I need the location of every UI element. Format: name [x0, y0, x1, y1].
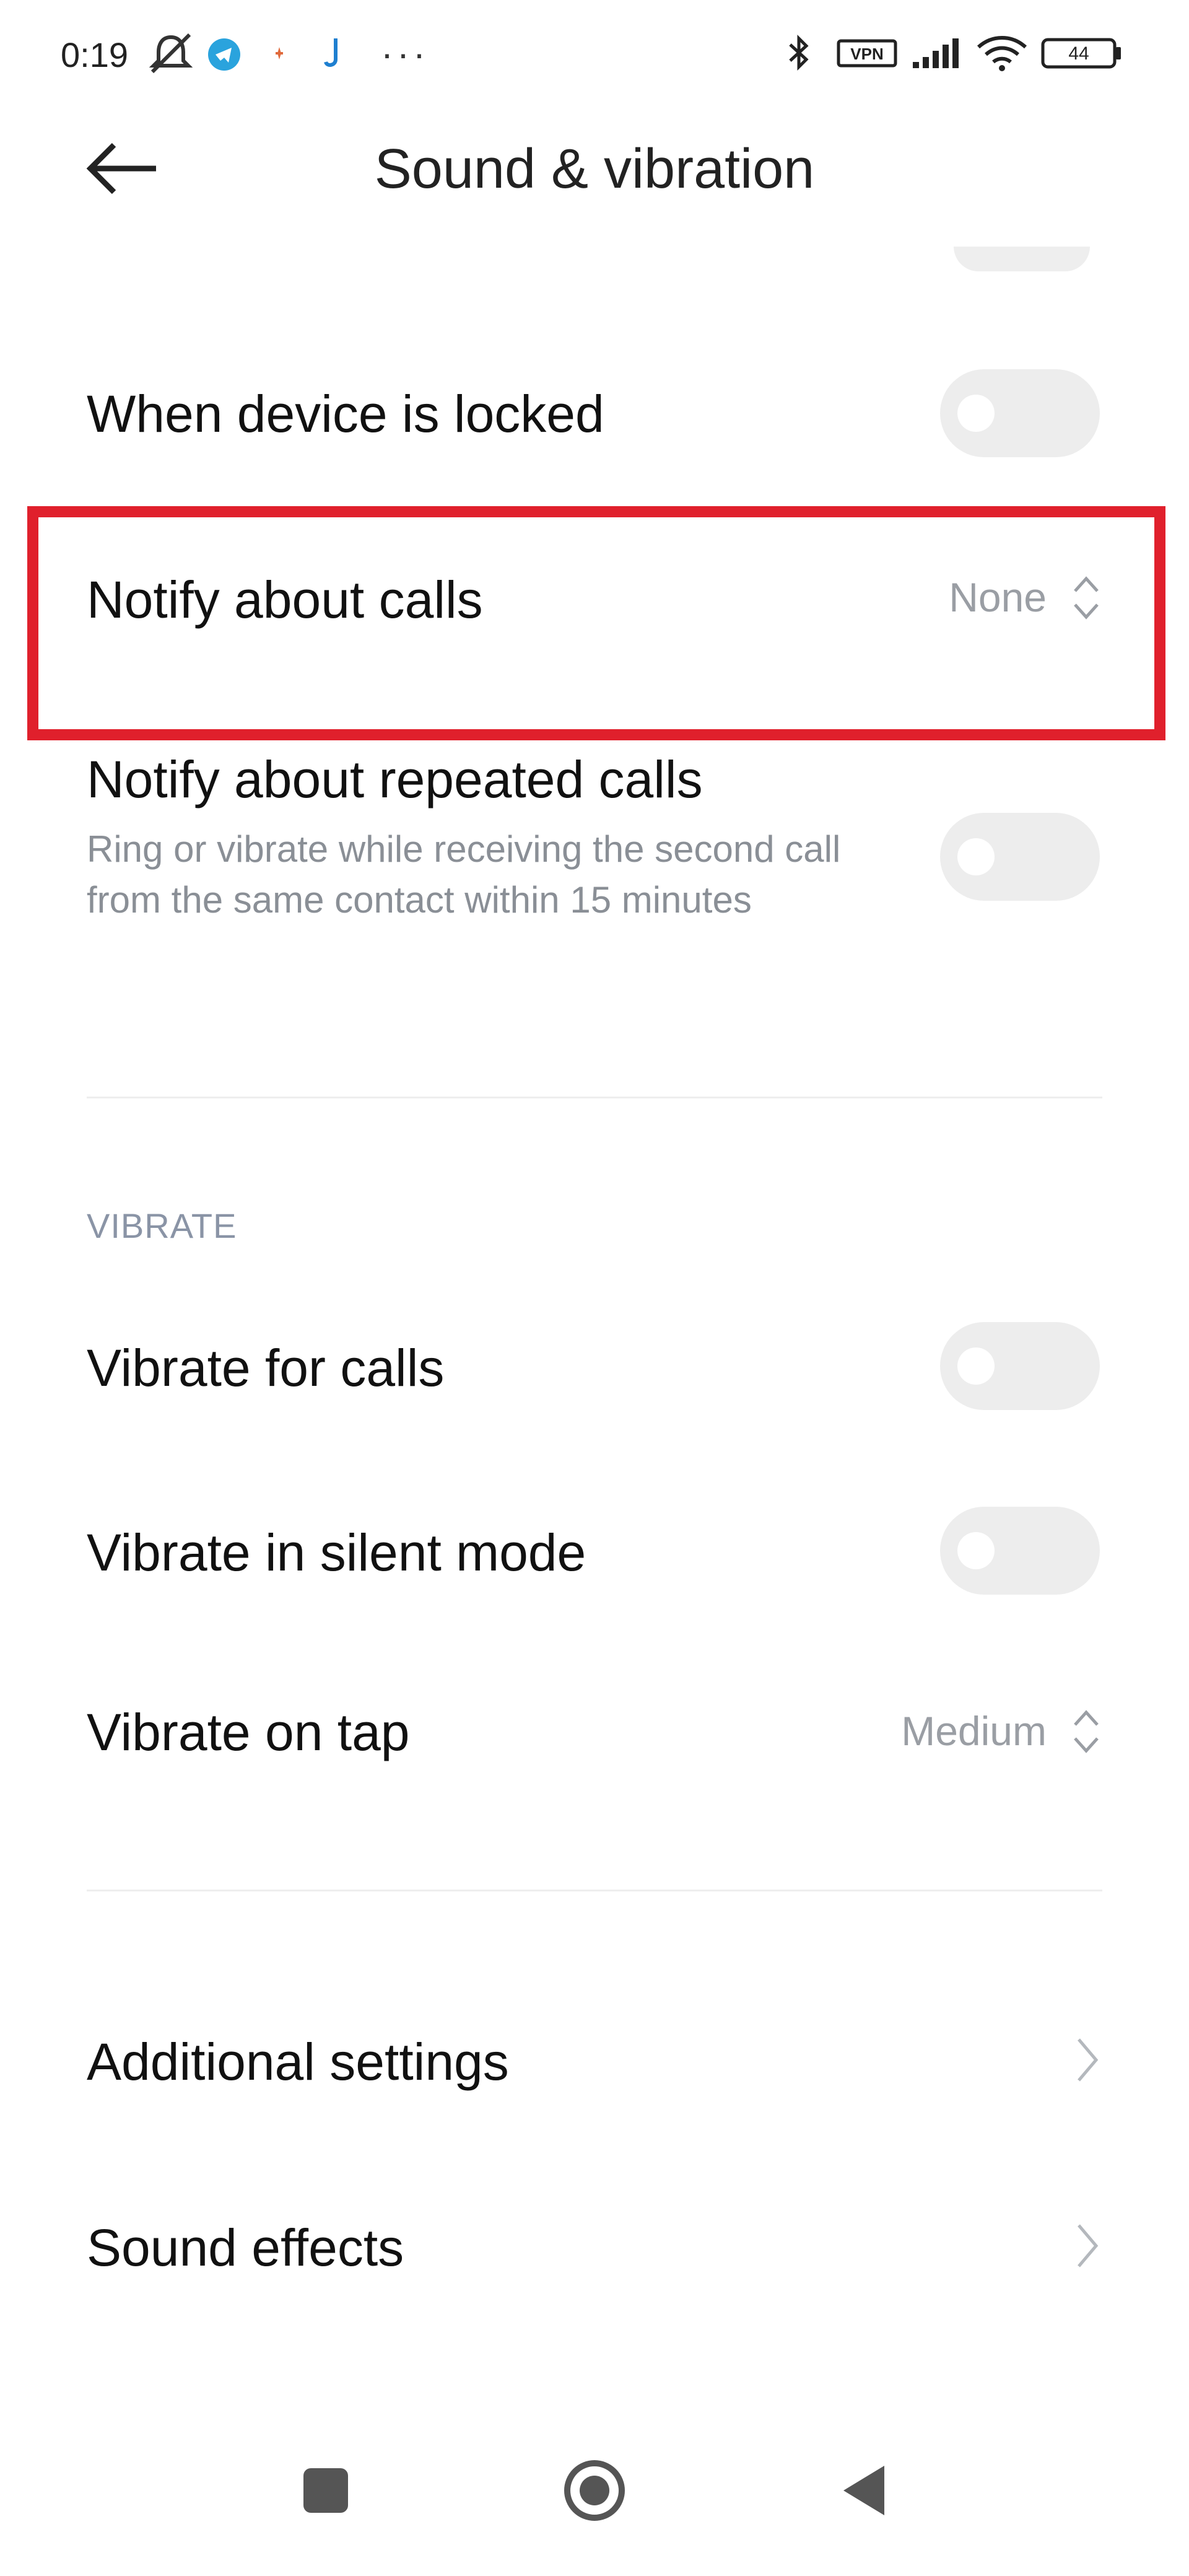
updown-icon	[1074, 1710, 1099, 1753]
music-note-icon	[324, 38, 338, 67]
mute-bell-icon	[149, 33, 193, 74]
svg-text:VPN: VPN	[850, 45, 883, 63]
notify-repeated-toggle[interactable]	[940, 813, 1100, 901]
nav-back-icon[interactable]	[830, 2453, 898, 2528]
when-locked-label: When device is locked	[87, 385, 604, 443]
status-bar: 0:19 ··· VPN 44	[0, 0, 1189, 105]
notify-repeated-label: Notify about repeated calls	[87, 750, 703, 808]
section-label-vibrate: VIBRATE	[87, 1206, 237, 1245]
notify-repeated-description: Ring or vibrate while receiving the seco…	[87, 828, 841, 921]
notification-dot-icon	[276, 47, 283, 59]
wifi-icon	[977, 36, 1027, 71]
sound-effects-label[interactable]: Sound effects	[87, 2218, 404, 2278]
telegram-icon	[208, 38, 240, 71]
nav-recents-icon[interactable]	[292, 2453, 360, 2528]
additional-settings-label[interactable]: Additional settings	[87, 2032, 509, 2092]
status-time: 0:19	[61, 35, 128, 74]
previous-row-toggle-partial	[954, 247, 1090, 271]
notify-calls-value[interactable]: None	[855, 574, 1047, 621]
divider	[87, 1097, 1102, 1098]
nav-home-icon[interactable]	[557, 2453, 632, 2528]
vibrate-silent-toggle[interactable]	[940, 1507, 1100, 1595]
chevron-right-icon	[1078, 2224, 1099, 2267]
more-dots-icon: ···	[381, 33, 429, 74]
divider	[87, 1890, 1102, 1891]
vibrate-tap-value[interactable]: Medium	[805, 1707, 1047, 1755]
signal-icon	[913, 38, 959, 68]
page-title: Sound & vibration	[374, 138, 815, 200]
updown-icon	[1074, 576, 1099, 620]
svg-text:44: 44	[1068, 43, 1089, 64]
notify-calls-label[interactable]: Notify about calls	[87, 570, 483, 630]
battery-icon: 44	[1041, 38, 1121, 69]
when-locked-toggle[interactable]	[940, 369, 1100, 457]
vibrate-calls-toggle[interactable]	[940, 1322, 1100, 1410]
vpn-icon: VPN	[837, 39, 897, 68]
vibrate-silent-label: Vibrate in silent mode	[87, 1523, 586, 1582]
vibrate-calls-label: Vibrate for calls	[87, 1339, 445, 1397]
chevron-right-icon	[1078, 2038, 1099, 2082]
vibrate-tap-label[interactable]: Vibrate on tap	[87, 1702, 410, 1763]
bluetooth-icon	[789, 34, 809, 71]
